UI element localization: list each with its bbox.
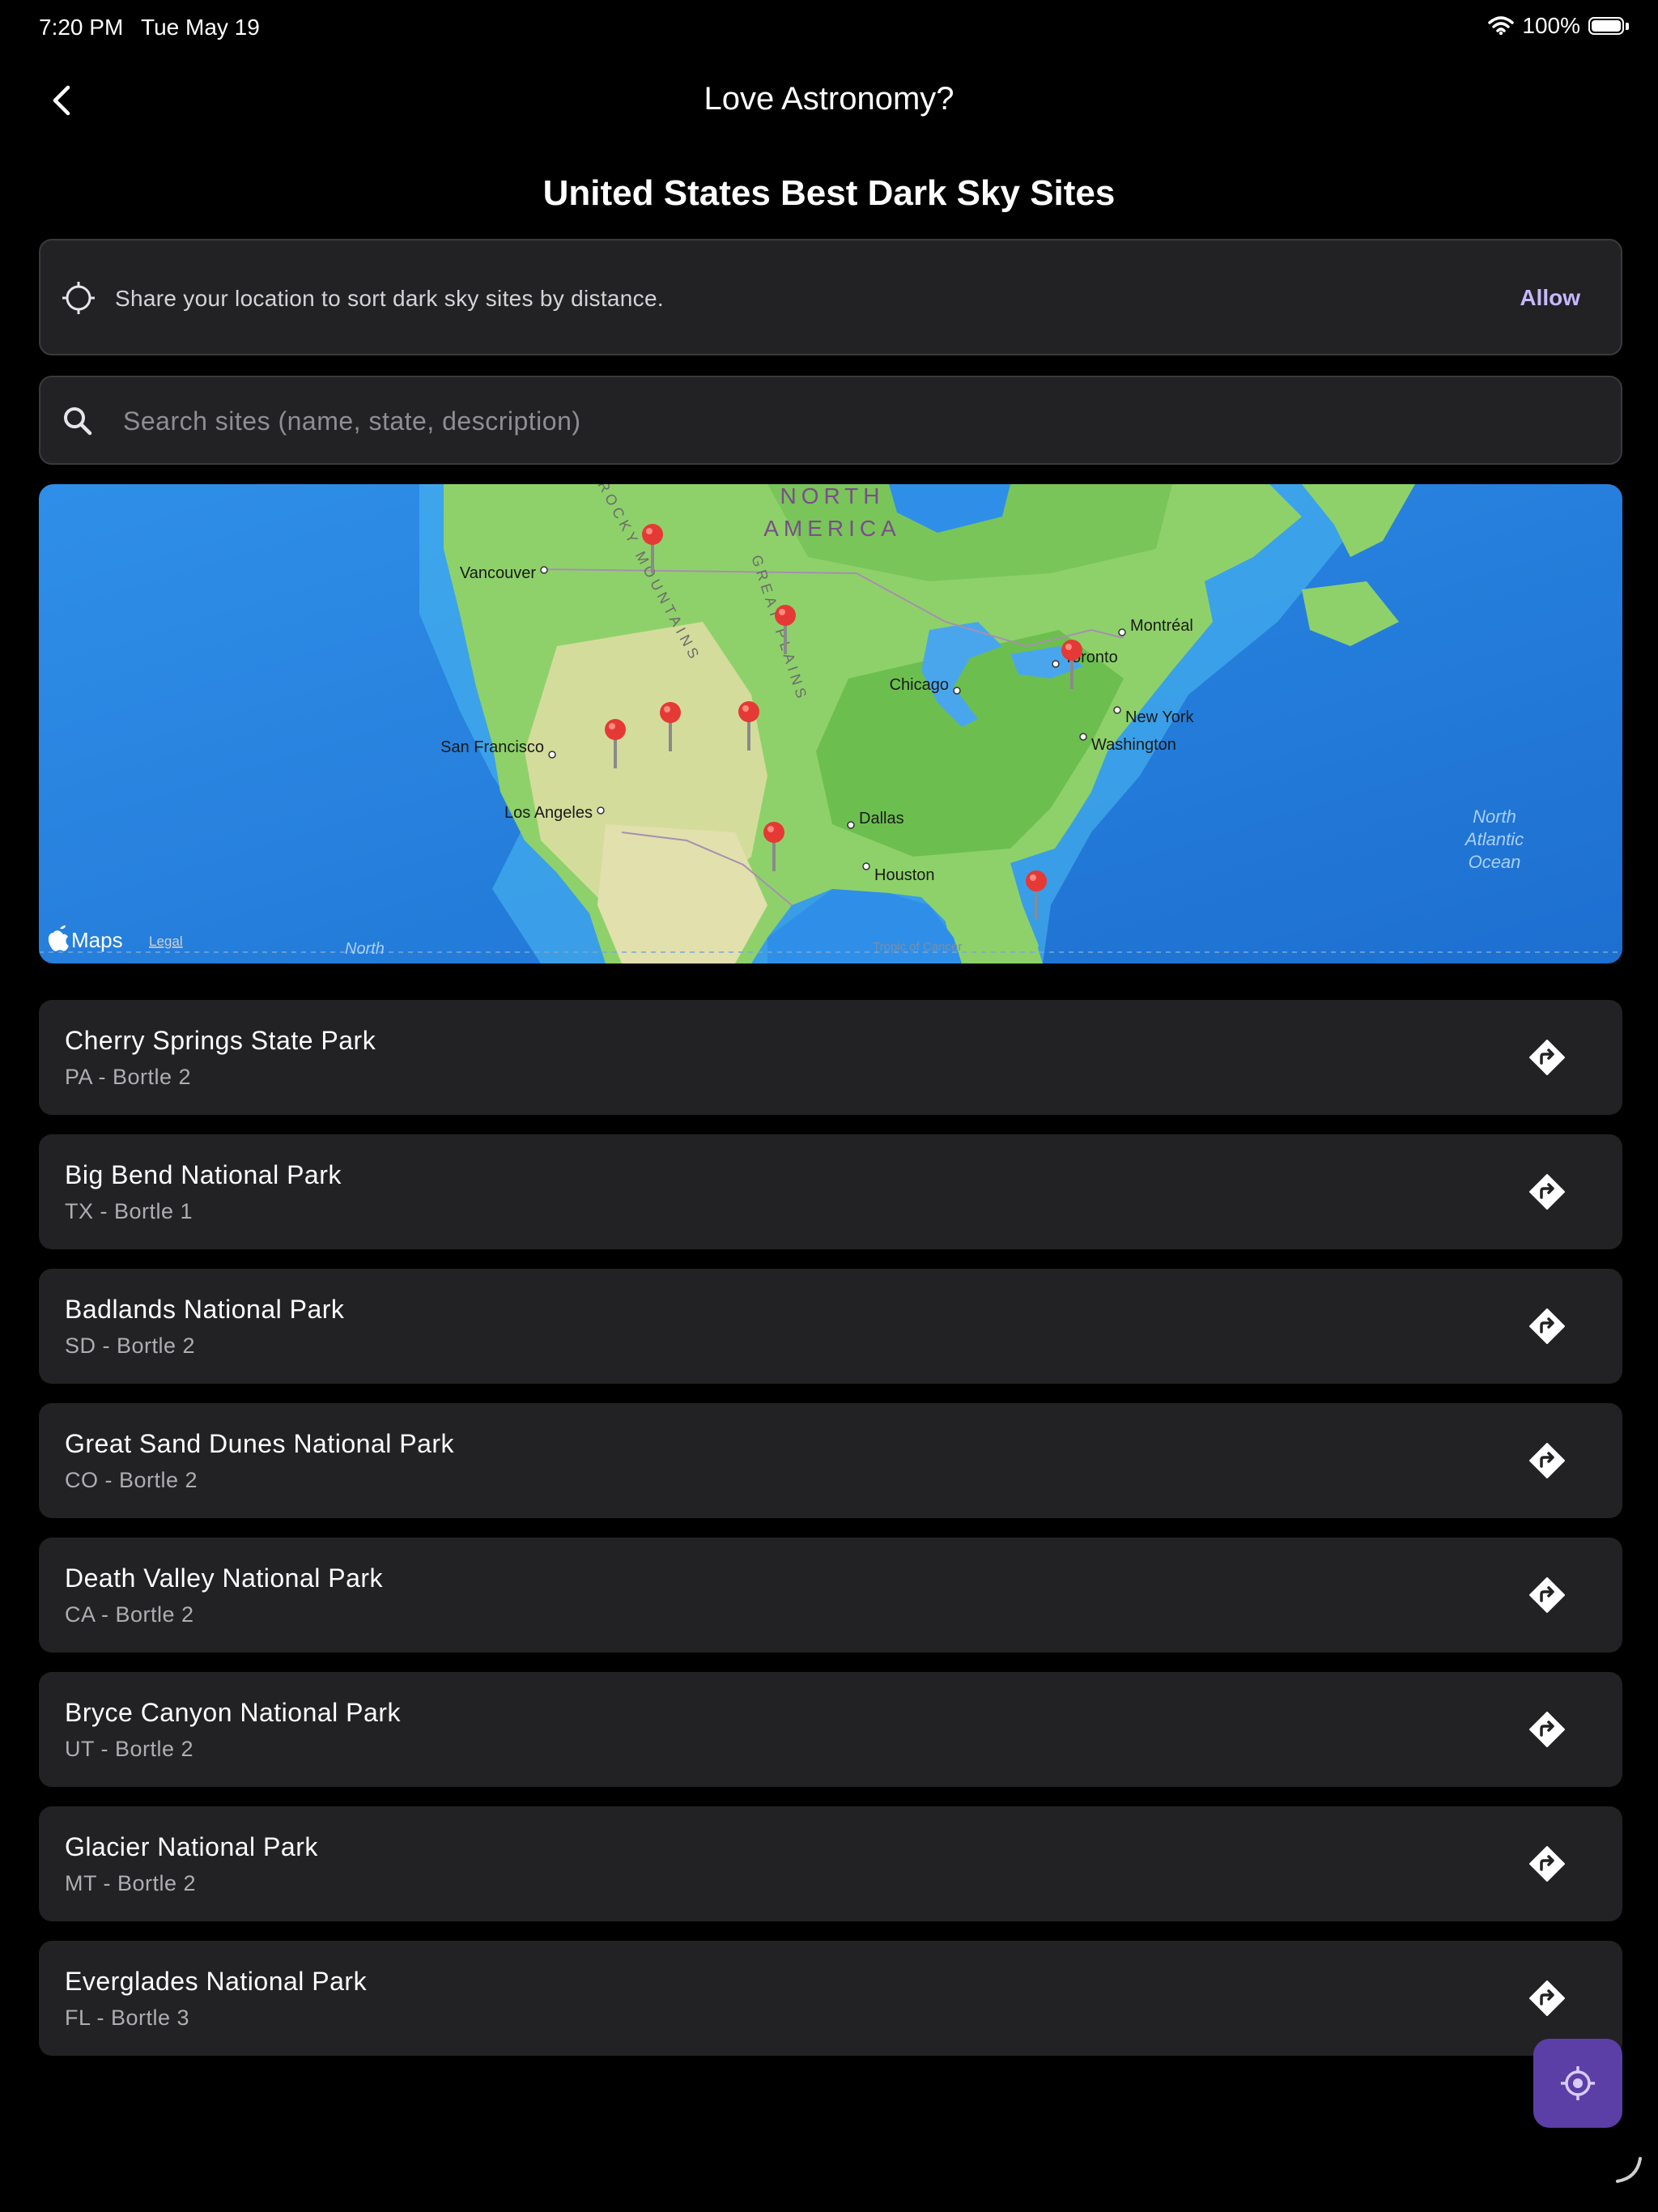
city-label: Vancouver	[460, 564, 536, 582]
map-label-bottom-north: North	[345, 940, 385, 958]
wifi-icon	[1488, 16, 1515, 36]
city-label: Houston	[874, 866, 935, 884]
directions-icon[interactable]	[1528, 1845, 1566, 1882]
battery-nub	[1626, 22, 1629, 30]
directions-icon[interactable]	[1528, 1173, 1566, 1210]
directions-icon[interactable]	[1528, 1308, 1566, 1345]
location-target-icon	[1561, 2066, 1595, 2100]
site-name: Great Sand Dunes National Park	[65, 1429, 455, 1458]
city-dot	[953, 687, 961, 695]
locate-me-button[interactable]	[1533, 2039, 1622, 2128]
site-meta: PA - Bortle 2	[65, 1065, 192, 1089]
site-row[interactable]: Big Bend National Park TX - Bortle 1	[39, 1134, 1622, 1249]
city-label: Washington	[1091, 736, 1176, 754]
location-prompt-card: Share your location to sort dark sky sit…	[39, 239, 1622, 355]
site-name: Death Valley National Park	[65, 1563, 384, 1593]
status-indicators: 100%	[1488, 13, 1629, 39]
site-name: Glacier National Park	[65, 1832, 318, 1861]
status-time: 7:20 PM	[39, 15, 124, 40]
site-name: Everglades National Park	[65, 1967, 368, 1996]
city-dot	[1113, 706, 1121, 714]
city-dot	[1118, 628, 1126, 636]
site-meta: TX - Bortle 1	[65, 1199, 193, 1223]
city-label: New York	[1125, 708, 1194, 726]
city-label: San Francisco	[440, 738, 544, 756]
site-name: Bryce Canyon National Park	[65, 1698, 401, 1727]
city-dot	[847, 821, 855, 829]
site-row[interactable]: Death Valley National Park CA - Bortle 2	[39, 1538, 1622, 1653]
site-meta: CO - Bortle 2	[65, 1468, 198, 1492]
directions-icon[interactable]	[1528, 1039, 1566, 1076]
site-meta: UT - Bortle 2	[65, 1737, 194, 1761]
city-dot	[1079, 733, 1087, 741]
city-label: Chicago	[890, 676, 949, 694]
site-row[interactable]: Everglades National Park FL - Bortle 3	[39, 1941, 1622, 2056]
resize-corner-icon	[1616, 2157, 1642, 2183]
status-date: Tue May 19	[141, 15, 260, 40]
map-label-north: NORTH	[780, 484, 884, 508]
search-input[interactable]	[121, 392, 1582, 450]
city-dot	[548, 751, 556, 759]
city-label: Los Angeles	[504, 804, 593, 822]
nav-title: Love Astronomy?	[704, 81, 954, 117]
city-label: Montréal	[1130, 617, 1193, 635]
search-box[interactable]	[39, 376, 1622, 465]
directions-icon[interactable]	[1528, 1980, 1566, 2017]
site-meta: SD - Bortle 2	[65, 1334, 196, 1358]
battery-icon	[1588, 17, 1624, 35]
site-row[interactable]: Bryce Canyon National Park UT - Bortle 2	[39, 1672, 1622, 1787]
directions-icon[interactable]	[1528, 1711, 1566, 1748]
site-row[interactable]: Badlands National Park SD - Bortle 2	[39, 1269, 1622, 1384]
city-label: Dallas	[859, 810, 904, 827]
crosshair-icon	[62, 282, 95, 314]
site-name: Cherry Springs State Park	[65, 1026, 376, 1055]
search-icon	[64, 407, 92, 436]
location-prompt-text: Share your location to sort dark sky sit…	[115, 286, 664, 311]
maps-brand: Maps	[71, 928, 123, 952]
site-row[interactable]: Glacier National Park MT - Bortle 2	[39, 1806, 1622, 1921]
site-meta: CA - Bortle 2	[65, 1602, 194, 1627]
site-name: Badlands National Park	[65, 1295, 345, 1324]
map-view[interactable]: NORTH AMERICA ROCKY MOUNTAINS GREAT PLAI…	[39, 484, 1622, 963]
city-dot	[862, 862, 870, 870]
directions-icon[interactable]	[1528, 1442, 1566, 1479]
map-label-ocean-1: North	[1473, 806, 1516, 827]
directions-icon[interactable]	[1528, 1576, 1566, 1614]
site-name: Big Bend National Park	[65, 1160, 342, 1189]
city-dot	[597, 806, 605, 815]
battery-percent: 100%	[1522, 13, 1580, 38]
site-row[interactable]: Great Sand Dunes National Park CO - Bortl…	[39, 1403, 1622, 1518]
maps-legal-link[interactable]: Legal	[149, 934, 183, 949]
site-meta: FL - Bortle 3	[65, 2006, 190, 2030]
map-label-ocean-2: Atlantic	[1464, 829, 1524, 849]
site-row[interactable]: Cherry Springs State Park PA - Bortle 2	[39, 1000, 1622, 1115]
city-dot	[1052, 660, 1060, 668]
map-label-ocean-3: Ocean	[1469, 852, 1521, 872]
page-title: United States Best Dark Sky Sites	[542, 173, 1116, 213]
allow-location-button[interactable]: Allow	[1520, 285, 1580, 311]
map-label-tropic: Tropic of Cancer	[873, 940, 962, 954]
city-dot	[540, 566, 548, 574]
site-meta: MT - Bortle 2	[65, 1871, 197, 1895]
map-label-america: AMERICA	[763, 516, 901, 541]
